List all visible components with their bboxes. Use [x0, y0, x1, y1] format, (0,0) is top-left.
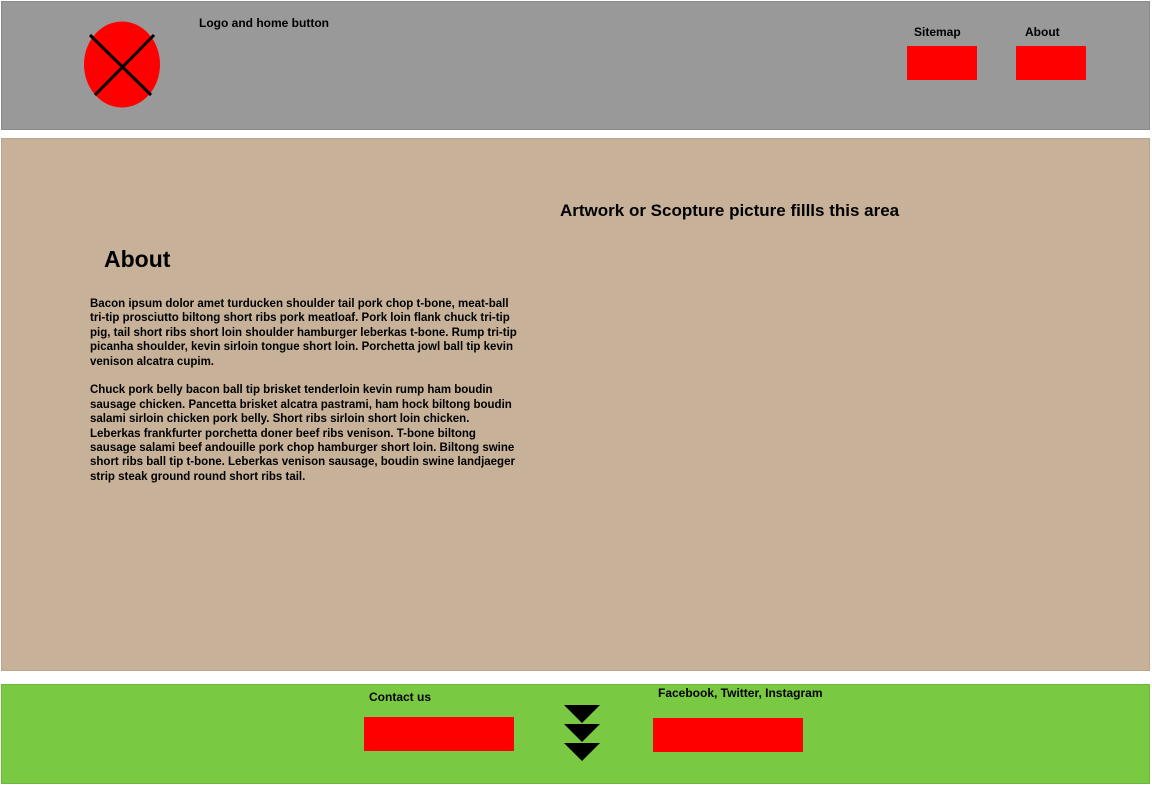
sitemap-button[interactable] [907, 46, 977, 80]
about-text: Bacon ipsum dolor amet turducken shoulde… [90, 297, 520, 499]
about-nav-label: About [1025, 25, 1060, 39]
social-label: Facebook, Twitter, Instagram [658, 686, 823, 700]
main-content: Artwork or Scopture picture fillls this … [1, 138, 1150, 671]
sitemap-label: Sitemap [914, 25, 961, 39]
social-button[interactable] [653, 718, 803, 752]
circle-x-icon [84, 21, 160, 108]
about-heading: About [104, 246, 171, 272]
contact-button[interactable] [364, 717, 514, 751]
artwork-placeholder-label: Artwork or Scopture picture fillls this … [560, 201, 900, 220]
footer: Contact us Facebook, Twitter, Instagram [1, 684, 1150, 784]
logo-home-button[interactable] [83, 21, 161, 108]
about-paragraph: Chuck pork belly bacon ball tip brisket … [90, 384, 515, 483]
about-nav-button[interactable] [1016, 46, 1086, 80]
about-paragraph: Bacon ipsum dolor amet turducken shoulde… [90, 298, 517, 368]
header: Logo and home button Sitemap About [1, 1, 1150, 130]
contact-label: Contact us [369, 690, 432, 704]
logo-label: Logo and home button [199, 16, 329, 30]
triple-chevron-down-icon[interactable] [564, 705, 600, 763]
page: Logo and home button Sitemap About Artwo… [0, 0, 1152, 785]
